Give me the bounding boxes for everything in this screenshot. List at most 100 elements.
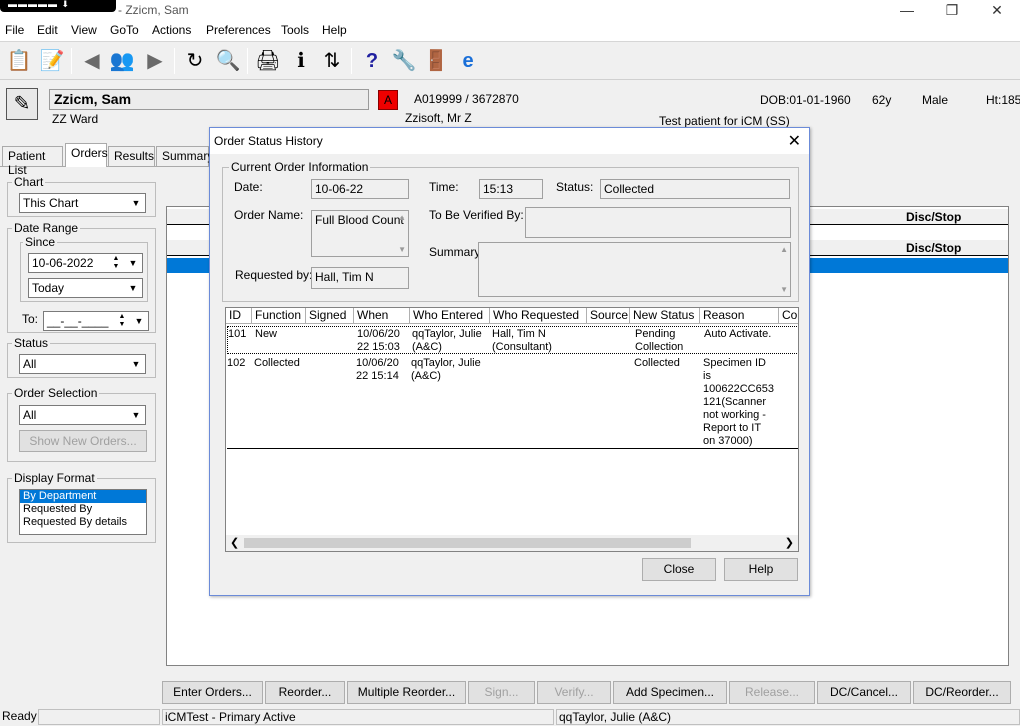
display-format-list[interactable]: By Department Requested By Requested By … <box>19 489 147 535</box>
cell-new-status: Pending Collection <box>635 328 684 353</box>
status-ready: Ready <box>2 709 37 723</box>
menu-help[interactable]: Help <box>322 23 347 37</box>
patient-ids: A019999 / 3672870 <box>414 92 519 106</box>
col-who-requested[interactable]: Who Requested <box>490 308 587 324</box>
cell-id: 102 <box>227 357 246 369</box>
menu-actions[interactable]: Actions <box>152 23 191 37</box>
cell-new-status: Collected <box>634 357 680 369</box>
reorder-button[interactable]: Reorder... <box>265 681 345 704</box>
horizontal-scrollbar[interactable]: ❮ ❯ <box>226 535 798 551</box>
status-select[interactable]: All ▼ <box>19 354 146 374</box>
window-title: - Zzicm, Sam <box>118 3 189 17</box>
show-new-orders-button[interactable]: Show New Orders... <box>19 430 147 452</box>
close-button[interactable]: Close <box>642 558 716 581</box>
sign-button[interactable]: Sign... <box>468 681 535 704</box>
add-specimen-button[interactable]: Add Specimen... <box>613 681 727 704</box>
tab-patient-list[interactable]: Patient List <box>2 146 63 177</box>
back-arrow-icon[interactable]: ◀ <box>78 47 106 75</box>
order-selection-label: Order Selection <box>12 386 100 400</box>
col-source[interactable]: Source <box>587 308 630 324</box>
menu-view[interactable]: View <box>71 23 97 37</box>
status-field: Collected <box>600 179 790 199</box>
list-item[interactable]: By Department <box>20 490 146 503</box>
minimize-button[interactable]: — <box>895 1 919 19</box>
col-who-entered[interactable]: Who Entered <box>410 308 490 324</box>
list-item[interactable]: Requested By <box>20 503 146 516</box>
cell-who-entered: qqTaylor, Julie (A&C) <box>412 328 482 353</box>
exit-icon[interactable]: 🚪 <box>422 47 450 75</box>
chevron-down-icon: ▼ <box>128 283 138 293</box>
table-row[interactable]: 102 Collected 10/06/20 22 15:14 qqTaylor… <box>227 356 798 449</box>
restore-button[interactable]: ❐ <box>940 1 964 19</box>
since-label: Since <box>23 235 58 249</box>
order-selection-select[interactable]: All ▼ <box>19 405 146 425</box>
col-when[interactable]: When <box>354 308 410 324</box>
cell-reason: Auto Activate. <box>704 328 772 340</box>
status-blank <box>38 709 160 725</box>
col-function[interactable]: Function <box>252 308 306 324</box>
to-date-picker[interactable]: __-__-____ ▲ ▼ ▼ <box>43 311 149 331</box>
menu-edit[interactable]: Edit <box>37 23 58 37</box>
close-icon[interactable]: ✕ <box>788 131 801 151</box>
patients-group-icon[interactable]: 👥 <box>108 47 136 75</box>
menu-goto[interactable]: GoTo <box>110 23 139 37</box>
chevron-down-icon: ▼ <box>131 198 141 208</box>
edit-patient-icon[interactable]: ✎ <box>6 88 38 120</box>
print-icon[interactable]: 🖨 <box>254 47 282 75</box>
cell-id: 101 <box>228 328 247 340</box>
status-user: qqTaylor, Julie (A&C) <box>556 709 1020 725</box>
close-window-button[interactable]: ✕ <box>985 1 1009 19</box>
menu-preferences[interactable]: Preferences <box>206 23 271 37</box>
dc-cancel-button[interactable]: DC/Cancel... <box>817 681 911 704</box>
col-new-status[interactable]: New Status <box>630 308 700 324</box>
table-row[interactable]: 101 New 10/06/20 22 15:03 qqTaylor, Juli… <box>227 326 798 354</box>
history-grid[interactable]: ID Function Signed When Who Entered Who … <box>225 307 799 552</box>
release-button[interactable]: Release... <box>729 681 815 704</box>
dialog-title: Order Status History <box>214 134 323 148</box>
forward-arrow-icon[interactable]: ▶ <box>141 47 169 75</box>
info-icon[interactable]: ℹ <box>287 47 315 75</box>
status-label: Status <box>12 336 51 350</box>
since-date-picker[interactable]: 10-06-2022 ▲ ▼ ▼ <box>28 253 143 273</box>
alert-badge[interactable]: A <box>378 90 398 110</box>
col-signed[interactable]: Signed <box>306 308 354 324</box>
col-id[interactable]: ID <box>226 308 252 324</box>
date-label: Date: <box>234 180 263 194</box>
help-button[interactable]: Help <box>724 558 798 581</box>
summary-field: ▲ ▼ <box>478 242 791 297</box>
col-comment[interactable]: Cor <box>779 308 798 324</box>
col-reason[interactable]: Reason <box>700 308 779 324</box>
orders-chart-icon[interactable]: 📝 <box>38 47 66 75</box>
dc-reorder-button[interactable]: DC/Reorder... <box>913 681 1011 704</box>
patient-note: Test patient for iCM (SS) <box>659 114 790 128</box>
enter-orders-button[interactable]: Enter Orders... <box>162 681 263 704</box>
list-item[interactable]: Requested By details <box>20 516 146 529</box>
tab-orders[interactable]: Orders <box>65 143 108 167</box>
chart-label: Chart <box>12 175 46 189</box>
tab-summary[interactable]: Summary <box>156 146 213 166</box>
refresh-icon[interactable]: ↻ <box>181 47 209 75</box>
since-preset-select[interactable]: Today ▼ <box>28 278 143 298</box>
cell-function: Collected <box>254 357 300 369</box>
disc-stop-header: Disc/Stop <box>906 210 962 224</box>
menu-tools[interactable]: Tools <box>281 23 309 37</box>
search-icon[interactable]: 🔍 <box>214 47 242 75</box>
scroll-left-icon: ❮ <box>230 537 240 549</box>
requested-by-field: Hall, Tim N <box>311 267 409 289</box>
chart-select[interactable]: This Chart ▼ <box>19 193 146 213</box>
browser-icon[interactable]: e <box>454 47 482 75</box>
menu-file[interactable]: File <box>5 23 24 37</box>
scrollbar-thumb[interactable] <box>244 538 691 548</box>
tools-icon[interactable]: 🔧 <box>390 47 418 75</box>
cell-reason: Specimen ID is 100622CC653 121(Scanner n… <box>703 357 774 447</box>
multiple-reorder-button[interactable]: Multiple Reorder... <box>347 681 466 704</box>
sort-icon[interactable]: ⇅ <box>318 47 346 75</box>
cell-when: 10/06/20 22 15:14 <box>356 357 399 382</box>
verify-button[interactable]: Verify... <box>537 681 611 704</box>
patient-height: Ht:185 <box>986 93 1020 107</box>
order-status-history-dialog: Order Status History ✕ Current Order Inf… <box>209 127 810 596</box>
scroll-up-icon: ▲ <box>780 245 788 254</box>
tab-results[interactable]: Results <box>108 146 155 166</box>
help-icon[interactable]: ? <box>358 47 386 75</box>
patient-chart-icon[interactable]: 📋 <box>5 47 33 75</box>
